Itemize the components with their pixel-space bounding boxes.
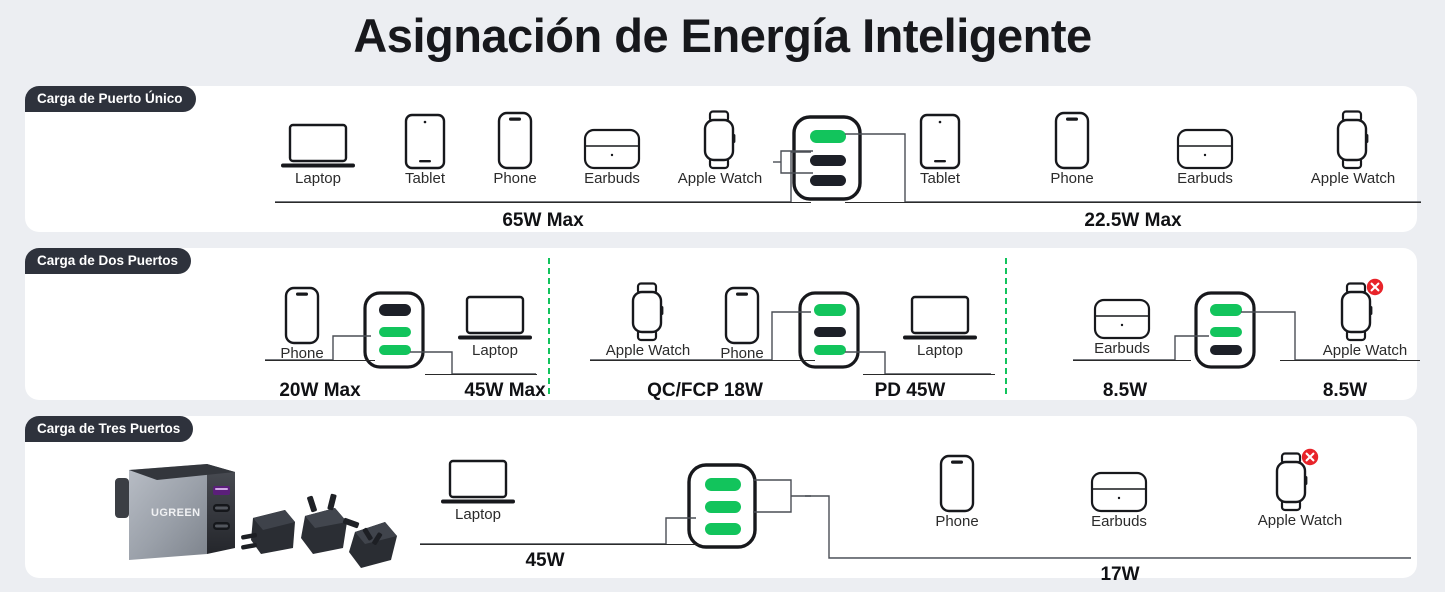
apple-watch-icon <box>1336 110 1369 170</box>
divider-2 <box>1005 258 1007 394</box>
device-label: Earbuds <box>1091 513 1147 530</box>
device-label: Apple Watch <box>1310 170 1396 187</box>
baseline-dual-2-left <box>590 360 815 361</box>
earbuds-icon <box>1090 471 1148 513</box>
wattage-right-group: 22.5W Max <box>1084 210 1182 231</box>
section-badge-triple-port: Carga de Tres Puertos <box>25 416 194 442</box>
wire-left-group <box>275 144 815 206</box>
wattage-left-group: 65W Max <box>502 210 584 231</box>
divider-1 <box>548 258 550 394</box>
baseline-triple-left <box>420 544 700 545</box>
infographic-page: Asignación de Energía Inteligente Carga … <box>0 0 1445 592</box>
uk-plug-adapter <box>301 493 360 554</box>
charger-port-3 <box>379 345 411 355</box>
section-card-single-port: Carga de Puerto Único Laptop Tablet Phon… <box>25 86 1421 232</box>
baseline-dual-1-left <box>265 360 375 361</box>
baseline-dual-2-right <box>863 374 995 375</box>
baseline-left-group <box>275 202 811 203</box>
page-title: Asignación de Energía Inteligente <box>353 9 1092 62</box>
tablet-icon <box>919 113 961 170</box>
device-earbuds: Earbuds <box>1163 128 1247 187</box>
wire-dual-3-right <box>1241 308 1401 364</box>
charger-port-1 <box>814 304 846 316</box>
charger-port-1 <box>705 478 741 491</box>
device-label: Phone <box>935 513 979 530</box>
wattage-dual-1-right: 45W Max <box>464 380 546 401</box>
section-card-triple-port: Carga de Tres Puertos UGREEN Laptop 45W … <box>25 416 1417 585</box>
charger-port-2 <box>1210 327 1242 337</box>
device-label: Earbuds <box>1177 170 1233 187</box>
charger-port-2 <box>705 501 741 513</box>
charger-port-1 <box>379 304 411 316</box>
laptop-icon <box>903 295 977 340</box>
device-phone: Phone <box>1040 111 1104 187</box>
svg-text:UGREEN: UGREEN <box>151 507 200 519</box>
baseline-triple-right <box>829 558 1411 559</box>
baseline-dual-3-right <box>1280 360 1420 361</box>
device-tablet: Tablet <box>905 113 975 187</box>
section-badge-dual-port: Carga de Dos Puertos <box>25 248 192 274</box>
apple-watch-icon <box>1275 448 1319 512</box>
error-badge-icon <box>1366 278 1384 296</box>
wattage-triple-left: 45W <box>525 550 565 571</box>
baseline-right-group <box>845 202 1421 203</box>
wattage-dual-2-left: QC/FCP 18W <box>647 380 763 401</box>
device-apple-watch: Apple Watch <box>1245 448 1355 529</box>
wire-triple-bracket <box>753 474 813 522</box>
device-laptop: Laptop <box>433 454 523 523</box>
charger-port-2 <box>814 327 846 337</box>
phone-icon <box>1054 111 1090 170</box>
laptop-icon <box>458 295 532 340</box>
device-apple-watch: Apple Watch <box>1298 110 1408 187</box>
wattage-triple-right: 17W <box>1100 564 1140 585</box>
wattage-dual-1-left: 20W Max <box>279 380 361 401</box>
wattage-dual-3-left: 8.5W <box>1102 380 1148 401</box>
laptop-icon <box>441 459 515 504</box>
device-label: Tablet <box>919 170 961 187</box>
baseline-dual-1-right <box>425 374 537 375</box>
charger-port-3 <box>814 345 846 355</box>
charger-port-1 <box>810 130 846 143</box>
phone-icon <box>939 454 975 513</box>
section-card-dual-port: Carga de Dos Puertos Phone Laptop 20W Ma… <box>25 248 1420 401</box>
section-badge-single-port: Carga de Puerto Único <box>25 86 196 112</box>
earbuds-icon <box>1176 128 1234 170</box>
wattage-dual-3-right: 8.5W <box>1322 380 1368 401</box>
charger-port-3 <box>1210 345 1242 355</box>
device-earbuds: Earbuds <box>1077 471 1161 530</box>
device-label: Phone <box>1050 170 1094 187</box>
wire-dual-2-left <box>590 308 815 364</box>
wattage-dual-2-right: PD 45W <box>874 380 946 401</box>
charger-port-3 <box>705 523 741 535</box>
error-badge-icon <box>1301 448 1319 466</box>
device-label: Apple Watch <box>1257 512 1343 529</box>
charger-port-1 <box>1210 304 1242 316</box>
wire-left-port-bracket <box>773 146 823 186</box>
eu-plug-adapter <box>241 510 295 554</box>
charger-port-2 <box>379 327 411 337</box>
ugreen-charger-photo: UGREEN <box>103 456 403 576</box>
baseline-dual-3-left <box>1073 360 1191 361</box>
au-plug-adapter <box>349 522 397 568</box>
device-phone: Phone <box>925 454 989 530</box>
